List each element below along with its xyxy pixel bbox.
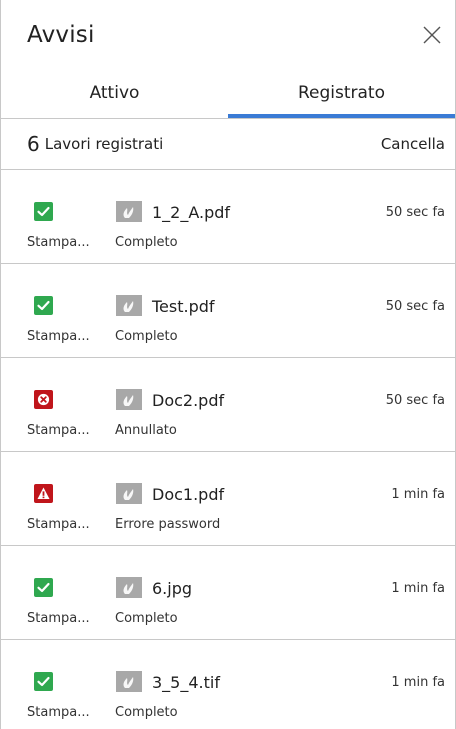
pdf-file-icon <box>116 389 142 410</box>
file-name: Doc2.pdf <box>152 391 225 410</box>
tab-attivo[interactable]: Attivo <box>1 66 228 118</box>
job-result: Annullato <box>115 423 177 438</box>
check-icon <box>34 296 53 315</box>
job-result: Completo <box>115 235 178 250</box>
notifications-panel: Avvisi Attivo Registrato 6 Lavori regist… <box>0 0 456 729</box>
job-result: Completo <box>115 705 178 720</box>
job-result: Completo <box>115 329 178 344</box>
job-list: 1_2_A.pdf 50 sec fa Stampa... Completo T… <box>1 170 455 729</box>
file-name: 6.jpg <box>152 579 193 598</box>
job-time: 1 min fa <box>391 581 445 596</box>
job-time: 1 min fa <box>391 675 445 690</box>
file-name: Test.pdf <box>152 297 215 316</box>
job-type: Stampa... <box>27 517 90 532</box>
job-result: Errore password <box>115 517 221 532</box>
check-icon <box>34 672 53 691</box>
tab-bar: Attivo Registrato <box>1 66 455 118</box>
job-item[interactable]: 1_2_A.pdf 50 sec fa Stampa... Completo <box>1 170 455 264</box>
image-file-icon <box>116 671 142 692</box>
job-time: 1 min fa <box>391 487 445 502</box>
job-type: Stampa... <box>27 611 90 626</box>
image-file-icon <box>116 577 142 598</box>
cancel-icon <box>34 390 53 409</box>
file-name: 1_2_A.pdf <box>152 203 231 222</box>
panel-header: Avvisi <box>1 0 455 66</box>
job-time: 50 sec fa <box>385 205 445 220</box>
panel-title: Avvisi <box>27 22 95 48</box>
job-time: 50 sec fa <box>385 299 445 314</box>
job-item[interactable]: 3_5_4.tif 1 min fa Stampa... Completo <box>1 640 455 729</box>
close-icon[interactable] <box>421 24 443 46</box>
jobs-summary: 6 Lavori registrati Cancella <box>1 119 455 170</box>
job-result: Completo <box>115 611 178 626</box>
warning-icon <box>34 484 53 503</box>
job-type: Stampa... <box>27 329 90 344</box>
pdf-file-icon <box>116 295 142 316</box>
job-item[interactable]: Test.pdf 50 sec fa Stampa... Completo <box>1 264 455 358</box>
job-item[interactable]: Doc1.pdf 1 min fa Stampa... Errore passw… <box>1 452 455 546</box>
pdf-file-icon <box>116 201 142 222</box>
job-item[interactable]: Doc2.pdf 50 sec fa Stampa... Annullato <box>1 358 455 452</box>
job-item[interactable]: 6.jpg 1 min fa Stampa... Completo <box>1 546 455 640</box>
job-count: 6 <box>27 132 40 156</box>
file-name: 3_5_4.tif <box>152 673 220 692</box>
check-icon <box>34 202 53 221</box>
tab-registrato[interactable]: Registrato <box>228 66 455 118</box>
job-count-label: Lavori registrati <box>44 135 164 153</box>
check-icon <box>34 578 53 597</box>
pdf-file-icon <box>116 483 142 504</box>
job-type: Stampa... <box>27 705 90 720</box>
job-time: 50 sec fa <box>385 393 445 408</box>
job-type: Stampa... <box>27 423 90 438</box>
job-type: Stampa... <box>27 235 90 250</box>
clear-button[interactable]: Cancella <box>381 135 445 153</box>
file-name: Doc1.pdf <box>152 485 225 504</box>
